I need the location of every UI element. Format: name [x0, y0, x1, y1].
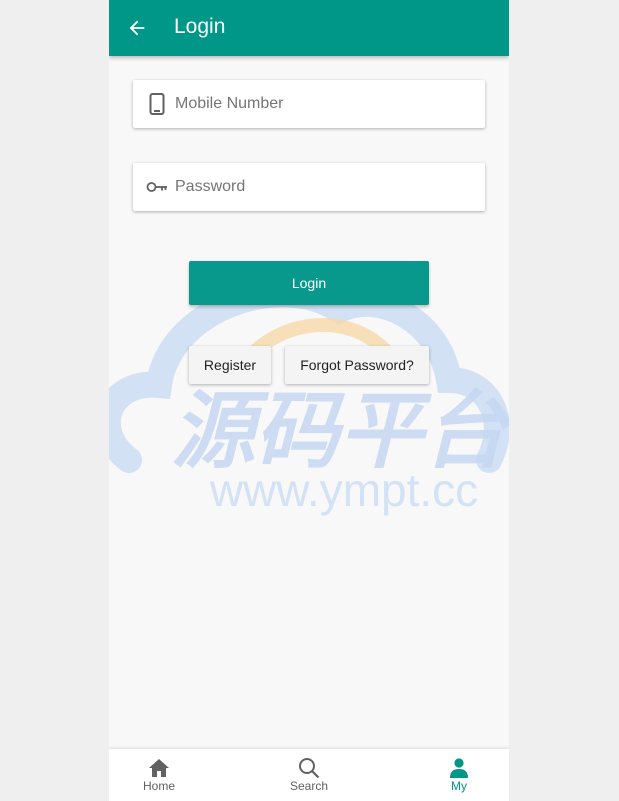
watermark-url: www.ympt.cc	[209, 464, 478, 516]
person-icon	[447, 756, 471, 780]
nav-item-home[interactable]: Home	[109, 749, 209, 801]
watermark-title: 源码平台	[171, 382, 509, 480]
nav-label-my: My	[451, 779, 467, 793]
home-icon	[147, 756, 171, 780]
arrow-left-icon	[129, 20, 145, 36]
search-icon	[297, 756, 321, 780]
register-button[interactable]: Register	[189, 346, 271, 384]
password-field[interactable]	[133, 163, 485, 211]
smartphone-icon	[145, 92, 169, 116]
page-title: Login	[174, 15, 226, 38]
login-button[interactable]: Login	[189, 261, 429, 305]
bottom-navigation: Home Search My	[109, 749, 509, 801]
forgot-password-button[interactable]: Forgot Password?	[285, 346, 429, 384]
app-bar: Login	[109, 0, 509, 56]
password-input[interactable]	[175, 163, 475, 211]
mobile-field[interactable]	[133, 80, 485, 128]
mobile-number-input[interactable]	[175, 80, 475, 128]
back-button[interactable]	[119, 10, 155, 46]
phone-screen: Login 源码平台 www.ympt.cc Login Register	[109, 0, 509, 801]
nav-label-search: Search	[289, 779, 329, 793]
watermark: 源码平台 www.ympt.cc	[109, 281, 509, 516]
nav-item-search[interactable]: Search	[259, 749, 359, 801]
nav-item-my[interactable]: My	[409, 749, 509, 801]
key-icon	[145, 175, 169, 199]
nav-label-home: Home	[142, 779, 175, 793]
